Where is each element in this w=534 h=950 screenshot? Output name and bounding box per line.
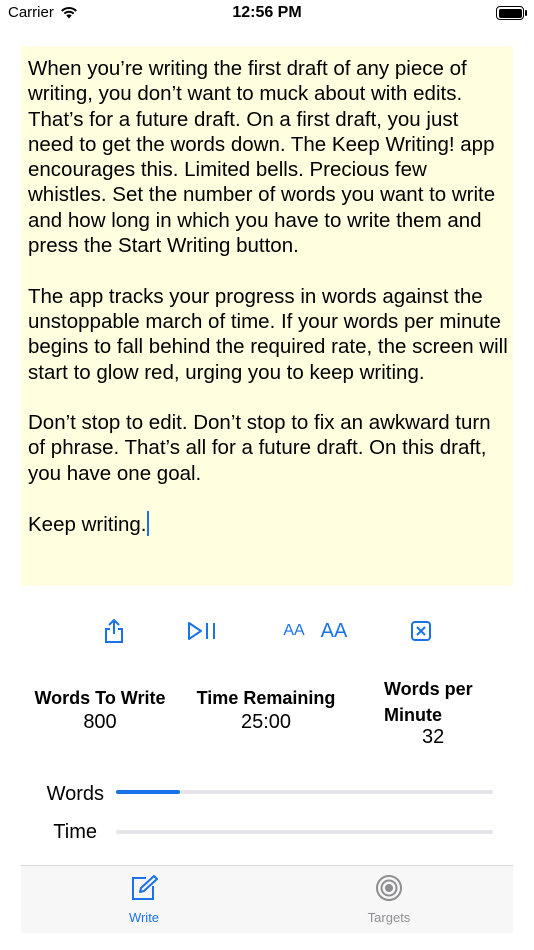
editor-last-line: Keep writing. (28, 513, 147, 537)
editor-paragraph-4: Keep writing. (28, 511, 508, 537)
wpm-label-line2: Minute (384, 705, 442, 725)
tab-targets-label: Targets (367, 910, 411, 925)
editor-toolbar: AA AA (0, 612, 534, 650)
play-pause-button[interactable] (184, 612, 220, 650)
tab-write-label: Write (128, 910, 160, 925)
text-editor[interactable]: When you’re writing the first draft of a… (21, 46, 513, 586)
time-remaining-value: 25:00 (240, 711, 292, 733)
editor-paragraph-3: Don’t stop to edit. Don’t stop to fix an… (28, 411, 491, 485)
text-cursor (146, 511, 150, 537)
status-bar: Carrier 12:56 PM (0, 0, 534, 30)
time-progress-label: Time (53, 821, 97, 843)
decrease-font-button[interactable]: AA (278, 612, 310, 650)
words-to-write-label: Words To Write (34, 688, 166, 708)
words-progress-bar (116, 790, 493, 794)
clear-icon (411, 621, 431, 641)
words-progress-fill (116, 790, 181, 794)
battery-icon (496, 6, 527, 20)
clear-button[interactable] (406, 612, 436, 650)
increase-font-button[interactable]: AA (318, 612, 350, 650)
stat-words-to-write: Words To Write 800 (20, 688, 180, 734)
stat-words-per-minute: Words per Minute 32 (384, 676, 494, 749)
words-progress-label: Words (46, 783, 104, 805)
words-to-write-value: 800 (83, 711, 117, 733)
target-icon (376, 875, 402, 901)
tab-write[interactable]: Write (69, 874, 219, 925)
tab-bar: Write Targets (21, 865, 513, 933)
play-pause-icon (188, 622, 215, 640)
time-remaining-label: Time Remaining (196, 688, 336, 708)
share-button[interactable] (98, 612, 130, 650)
stat-time-remaining: Time Remaining 25:00 (186, 688, 346, 734)
editor-paragraph-2: The app tracks your progress in words ag… (28, 284, 508, 384)
editor-text[interactable]: When you’re writing the first draft of a… (28, 56, 508, 563)
tab-targets[interactable]: Targets (314, 874, 464, 925)
compose-icon (132, 875, 158, 900)
share-icon (105, 618, 123, 643)
time-progress-bar (116, 830, 493, 834)
editor-paragraph-1: When you’re writing the first draft of a… (28, 57, 496, 258)
wpm-label-line1: Words per (384, 679, 473, 699)
wpm-value: 32 (422, 726, 445, 748)
status-time: 12:56 PM (232, 4, 302, 21)
